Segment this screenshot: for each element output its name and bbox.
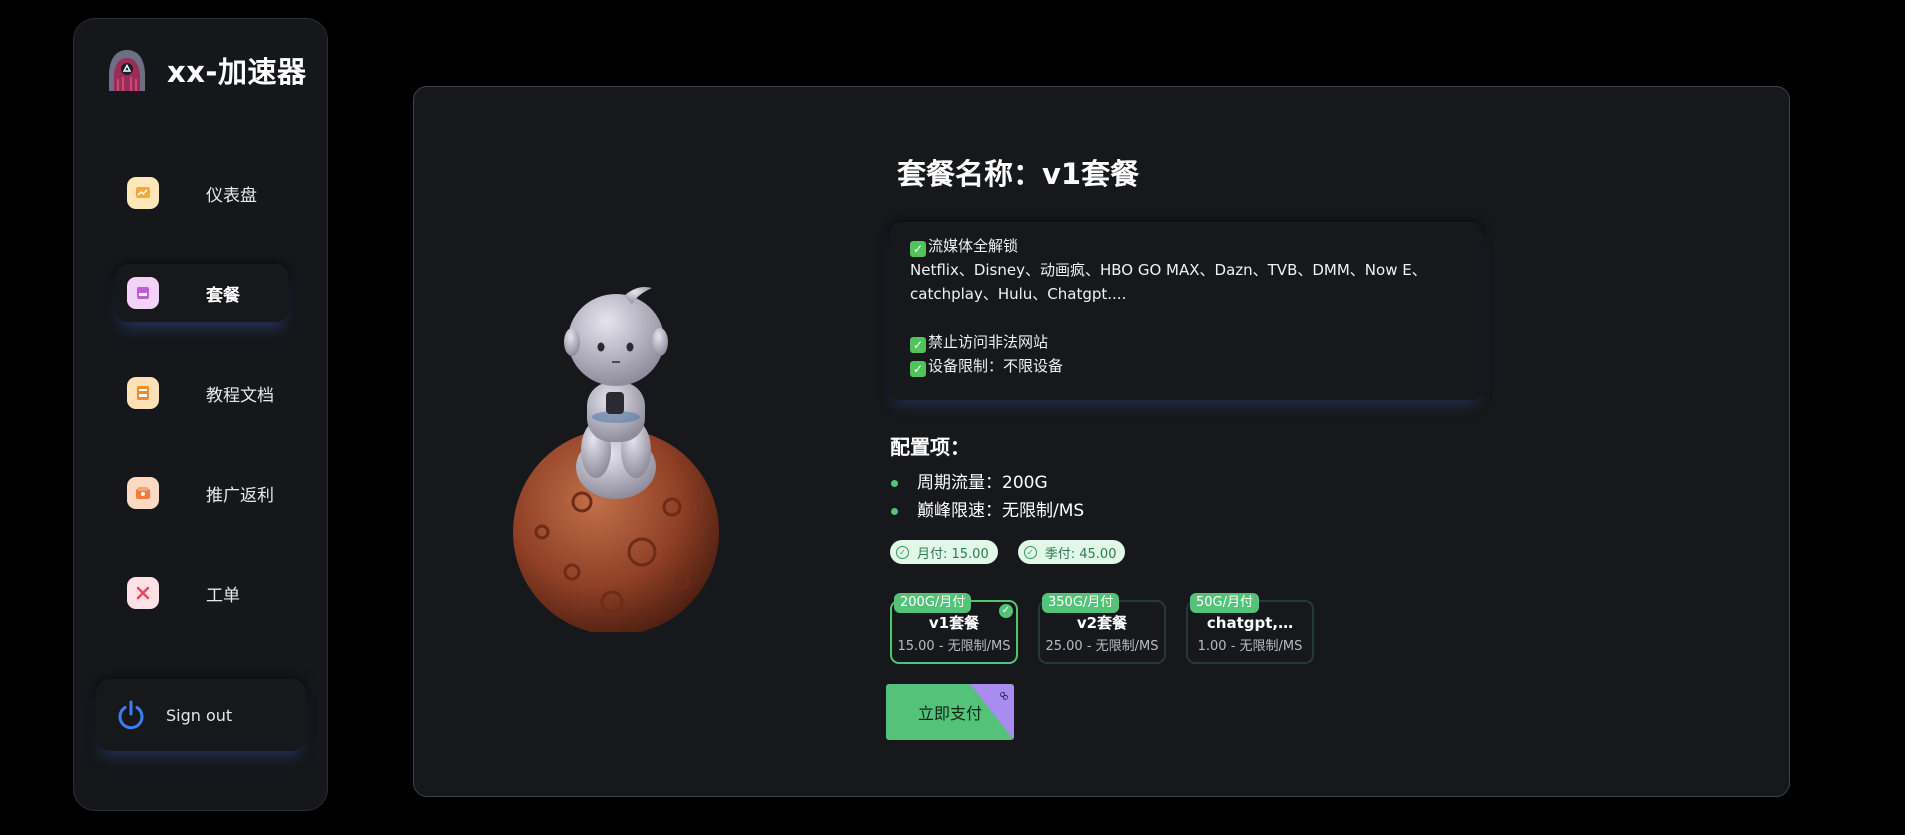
sidebar-item-label: 仪表盘 bbox=[206, 185, 257, 206]
selected-check-icon: ✓ bbox=[999, 604, 1013, 618]
plan-option-name: v1套餐 bbox=[928, 614, 980, 632]
app-title: xx-加速器 bbox=[167, 55, 307, 89]
check-mark-icon: ✓ bbox=[910, 361, 926, 377]
config-list: 周期流量：200G 巅峰限速：无限制/MS bbox=[890, 469, 1084, 525]
plan-title: 套餐名称：v1套餐 bbox=[897, 157, 1140, 191]
config-title: 配置项： bbox=[890, 435, 970, 459]
check-mark-icon: ✓ bbox=[910, 241, 926, 257]
sidebar-item-docs[interactable]: 教程文档 bbox=[116, 364, 288, 422]
plan-option-price: 25.00 - 无限制/MS bbox=[1045, 639, 1159, 654]
plan-badge: 350G/月付 bbox=[1042, 593, 1120, 613]
sidebar-item-package[interactable]: 套餐 bbox=[116, 264, 288, 322]
description-line: ✓ 流媒体全解锁 bbox=[910, 234, 1462, 258]
payment-period-monthly[interactable]: ✓ 月付: 15.00 bbox=[890, 540, 998, 564]
check-mark-icon: ✓ bbox=[910, 337, 926, 353]
description-line: catchplay、Hulu、Chatgpt.... bbox=[910, 285, 1127, 303]
description-line: ✓ 禁止访问非法网站 bbox=[910, 330, 1462, 354]
description-line: Netflix、Disney、动画疯、HBO GO MAX、Dazn、TVB、D… bbox=[910, 261, 1427, 279]
promo-icon bbox=[127, 477, 159, 509]
plan-option-chatgpt[interactable]: 50G/月付 chatgpt,… 1.00 - 无限制/MS bbox=[1186, 593, 1314, 664]
bullet-icon bbox=[891, 507, 898, 515]
plan-option-v1[interactable]: 200G/月付 ✓ v1套餐 15.00 - 无限制/MS bbox=[890, 593, 1018, 664]
sign-out-button[interactable]: Sign out bbox=[96, 679, 306, 751]
plan-options: 200G/月付 ✓ v1套餐 15.00 - 无限制/MS 350G/月付 v2… bbox=[890, 593, 1314, 664]
dashboard-icon bbox=[127, 177, 159, 209]
plan-option-v2[interactable]: 350G/月付 v2套餐 25.00 - 无限制/MS bbox=[1038, 593, 1166, 664]
sidebar-item-promo[interactable]: 推广返利 bbox=[116, 464, 288, 522]
sidebar-item-ticket[interactable]: 工单 bbox=[116, 564, 288, 622]
sidebar-item-dashboard[interactable]: 仪表盘 bbox=[116, 164, 288, 222]
pay-now-button[interactable]: 立即支付 ∞ bbox=[886, 684, 1014, 740]
ticket-icon bbox=[127, 577, 159, 609]
plan-option-name: v2套餐 bbox=[1076, 614, 1128, 632]
sidebar: xx-加速器 仪表盘 套餐 教程文档 推广返利 工单 Sign out bbox=[73, 18, 328, 811]
plan-badge: 200G/月付 bbox=[894, 593, 972, 613]
check-circle-icon: ✓ bbox=[896, 545, 909, 559]
payment-period-tags: ✓ 月付: 15.00 ✓ 季付: 45.00 bbox=[890, 540, 1126, 564]
description-line: ✓ 设备限制：不限设备 bbox=[910, 354, 1462, 378]
sidebar-item-label: 工单 bbox=[206, 585, 240, 606]
plan-option-price: 1.00 - 无限制/MS bbox=[1197, 639, 1303, 654]
sign-out-label: Sign out bbox=[166, 705, 233, 725]
config-item: 周期流量：200G bbox=[890, 469, 1084, 497]
sidebar-item-label: 套餐 bbox=[206, 285, 240, 306]
plan-panel: 套餐名称：v1套餐 ✓ 流媒体全解锁 Netflix、Disney、动画疯、HBO… bbox=[413, 86, 1790, 797]
plan-option-price: 15.00 - 无限制/MS bbox=[897, 639, 1011, 654]
config-item: 巅峰限速：无限制/MS bbox=[890, 497, 1084, 525]
package-icon bbox=[127, 277, 159, 309]
plan-description: ✓ 流媒体全解锁 Netflix、Disney、动画疯、HBO GO MAX、Da… bbox=[890, 222, 1482, 400]
sidebar-item-label: 推广返利 bbox=[206, 485, 274, 506]
sidebar-item-label: 教程文档 bbox=[206, 385, 274, 406]
bullet-icon bbox=[891, 479, 898, 487]
payment-period-quarterly[interactable]: ✓ 季付: 45.00 bbox=[1017, 540, 1126, 564]
power-icon bbox=[118, 700, 144, 730]
hooded-avatar-logo bbox=[109, 50, 145, 91]
plan-option-name: chatgpt,… bbox=[1206, 614, 1294, 632]
brand: xx-加速器 bbox=[104, 45, 306, 95]
plan-badge: 50G/月付 bbox=[1190, 593, 1259, 613]
astronaut-on-planet-illustration bbox=[513, 287, 719, 632]
docs-icon bbox=[127, 377, 159, 409]
check-circle-icon: ✓ bbox=[1023, 545, 1037, 559]
